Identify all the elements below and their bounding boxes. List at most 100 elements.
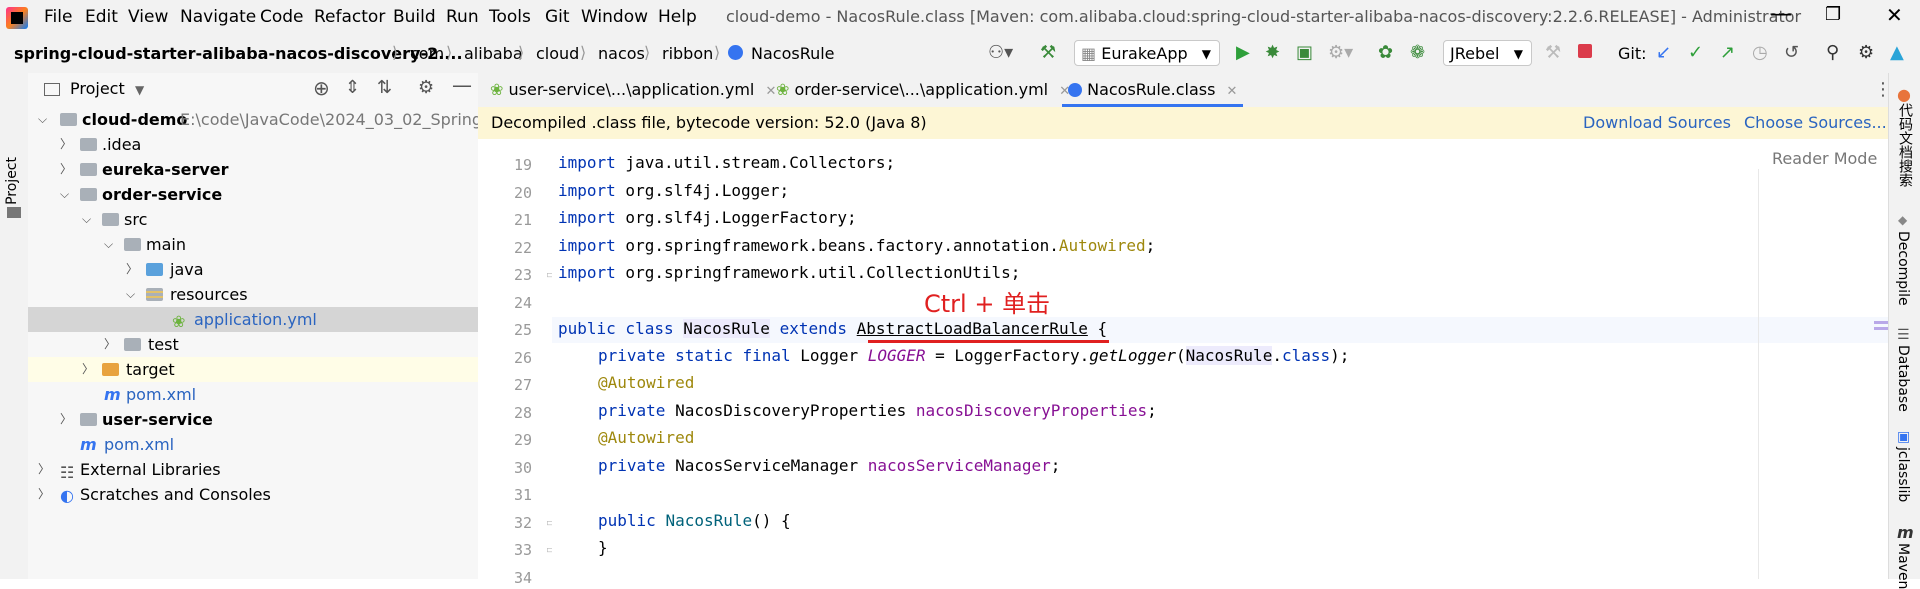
breadcrumb-class[interactable]: NacosRule (751, 44, 835, 63)
chevron-down-icon[interactable]: ⌵ (60, 182, 69, 207)
tree-item-resources[interactable]: ⌵ resources (28, 282, 478, 307)
close-icon[interactable]: ✕ (765, 84, 776, 99)
coverage-icon[interactable]: ▣ (1296, 42, 1313, 63)
chevron-down-icon[interactable]: ⌵ (104, 232, 113, 257)
menu-edit[interactable]: Edit (85, 7, 118, 27)
breadcrumb-nacos[interactable]: nacos (598, 44, 645, 63)
minimize-icon[interactable]: — (1770, 2, 1792, 27)
hammer-disabled-icon[interactable]: ⚒ (1545, 42, 1561, 63)
tree-item-scratches[interactable]: 〉 ◐ Scratches and Consoles (28, 482, 478, 507)
tab-nacosrule-class[interactable]: NacosRule.class ✕ (1062, 73, 1244, 107)
choose-sources-link[interactable]: Choose Sources... (1744, 113, 1887, 132)
tree-item-eureka-server[interactable]: 〉 eureka-server (28, 157, 478, 182)
tool-doc-search[interactable]: 代码文档搜索 (1895, 103, 1915, 187)
download-sources-link[interactable]: Download Sources (1583, 113, 1731, 132)
scroll-marker[interactable] (1874, 327, 1888, 330)
tool-jclasslib[interactable]: jclasslib (1895, 447, 1911, 502)
app-logo-icon[interactable] (6, 7, 28, 29)
user-icon[interactable]: ⚇▾ (988, 42, 1013, 63)
menu-refactor[interactable]: Refactor (314, 7, 385, 27)
tab-order-service-yml[interactable]: ❀ order-service\...\application.yml ✕ (776, 73, 1070, 107)
gear-icon[interactable]: ⚙ (1858, 42, 1874, 63)
menu-view[interactable]: View (128, 7, 168, 27)
superclass-link[interactable]: AbstractLoadBalancerRule (857, 319, 1088, 338)
debug-icon[interactable]: ✸ (1265, 42, 1280, 63)
code-editor[interactable]: Reader Mode import java.util.stream.Coll… (552, 139, 1888, 579)
jrebel-run-icon[interactable]: ✿ (1378, 42, 1393, 63)
crosshair-icon[interactable]: ⊕ (313, 76, 330, 100)
breadcrumb-ribbon[interactable]: ribbon (662, 44, 713, 63)
profile-icon[interactable]: ⚙▾ (1328, 42, 1353, 63)
chevron-right-icon[interactable]: 〉 (38, 482, 50, 507)
menu-window[interactable]: Window (581, 7, 648, 27)
tree-item-test[interactable]: 〉 test (28, 332, 478, 357)
run-config-select[interactable]: ▦ EurakeApp ▼ (1074, 40, 1220, 66)
line-number: 27 (513, 376, 532, 394)
tree-item-idea[interactable]: 〉 .idea (28, 132, 478, 157)
tree-item-order-service[interactable]: ⌵ order-service (28, 182, 478, 207)
menu-code[interactable]: Code (260, 7, 304, 27)
chevron-right-icon[interactable]: 〉 (60, 132, 72, 157)
menu-file[interactable]: File (44, 7, 72, 27)
jrebel-select[interactable]: JRebel ▼ (1443, 40, 1532, 66)
tree-item-external-libraries[interactable]: 〉 ☷ External Libraries (28, 457, 478, 482)
scroll-marker[interactable] (1874, 321, 1888, 324)
rollback-icon[interactable]: ↺ (1784, 42, 1799, 63)
search-icon[interactable]: ⚲ (1826, 42, 1839, 63)
chevron-down-icon[interactable]: ⌵ (82, 207, 91, 232)
menu-run[interactable]: Run (446, 7, 479, 27)
jrebel-debug-icon[interactable]: ❁ (1410, 42, 1425, 63)
code-text: ; (1145, 236, 1156, 255)
chevron-right-icon[interactable]: 〉 (82, 357, 94, 382)
chevron-right-icon[interactable]: 〉 (104, 332, 116, 357)
tool-decompile[interactable]: Decompile (1895, 231, 1911, 306)
chevron-right-icon[interactable]: 〉 (60, 407, 72, 432)
tree-item-root-pom[interactable]: m pom.xml (28, 432, 478, 457)
tab-user-service-yml[interactable]: ❀ user-service\...\application.yml ✕ (490, 73, 776, 107)
tree-item-java[interactable]: 〉 java (28, 257, 478, 282)
chevron-right-icon[interactable]: 〉 (60, 157, 72, 182)
history-icon[interactable]: ◷ (1752, 42, 1768, 63)
project-tool-button[interactable]: Project (4, 157, 20, 205)
tree-item-user-service[interactable]: 〉 user-service (28, 407, 478, 432)
tool-database[interactable]: Database (1895, 345, 1911, 412)
minimize-panel-icon[interactable]: — (452, 73, 472, 97)
chevron-right-icon[interactable]: 〉 (38, 457, 50, 482)
menu-navigate[interactable]: Navigate (180, 7, 256, 27)
tree-item-cloud-demo[interactable]: ⌵ cloud-demo E:\code\JavaCode\2024_03_02… (28, 107, 508, 132)
chevron-right-icon[interactable]: 〉 (126, 257, 138, 282)
gear-icon[interactable]: ⚙ (418, 77, 434, 98)
breadcrumb-alibaba[interactable]: alibaba (464, 44, 523, 63)
reader-mode-button[interactable]: Reader Mode (1772, 149, 1877, 168)
menu-help[interactable]: Help (658, 7, 697, 27)
expand-all-icon[interactable]: ⇕ (345, 77, 360, 98)
breadcrumb-cloud[interactable]: cloud (536, 44, 579, 63)
restore-icon[interactable]: ❐ (1825, 4, 1841, 25)
chevron-down-icon[interactable]: ⌵ (38, 107, 47, 132)
code-text: ( (1175, 346, 1186, 365)
git-commit-icon[interactable]: ✓ (1688, 42, 1703, 63)
build-hammer-icon[interactable]: ⚒ (1040, 42, 1056, 63)
tool-maven[interactable]: Maven (1895, 543, 1911, 589)
close-icon[interactable]: ✕ (1227, 84, 1238, 99)
tree-item-application-yml[interactable]: ❀ application.yml (28, 307, 478, 332)
tree-item-main[interactable]: ⌵ main (28, 232, 478, 257)
close-icon[interactable]: ✕ (1886, 3, 1903, 27)
breadcrumb-com[interactable]: com (410, 44, 444, 63)
code-line-22: import org.springframework.beans.factory… (558, 236, 1155, 255)
git-update-icon[interactable]: ↙ (1656, 42, 1671, 63)
chevron-down-icon[interactable]: ▼ (135, 83, 144, 97)
menu-build[interactable]: Build (393, 7, 436, 27)
tree-item-src[interactable]: ⌵ src (28, 207, 478, 232)
menu-git[interactable]: Git (545, 7, 570, 27)
collapse-all-icon[interactable]: ⇅ (377, 77, 392, 98)
project-panel-title[interactable]: Project (70, 79, 125, 98)
tree-item-order-pom[interactable]: m pom.xml (28, 382, 478, 407)
stop-icon[interactable] (1578, 44, 1592, 58)
git-push-icon[interactable]: ↗ (1720, 42, 1735, 63)
run-icon[interactable]: ▶ (1236, 42, 1250, 63)
tree-item-target[interactable]: 〉 target (28, 357, 478, 382)
chevron-down-icon[interactable]: ⌵ (126, 282, 135, 307)
menu-tools[interactable]: Tools (489, 7, 531, 27)
plugin-icon[interactable]: ▲ (1890, 42, 1904, 63)
